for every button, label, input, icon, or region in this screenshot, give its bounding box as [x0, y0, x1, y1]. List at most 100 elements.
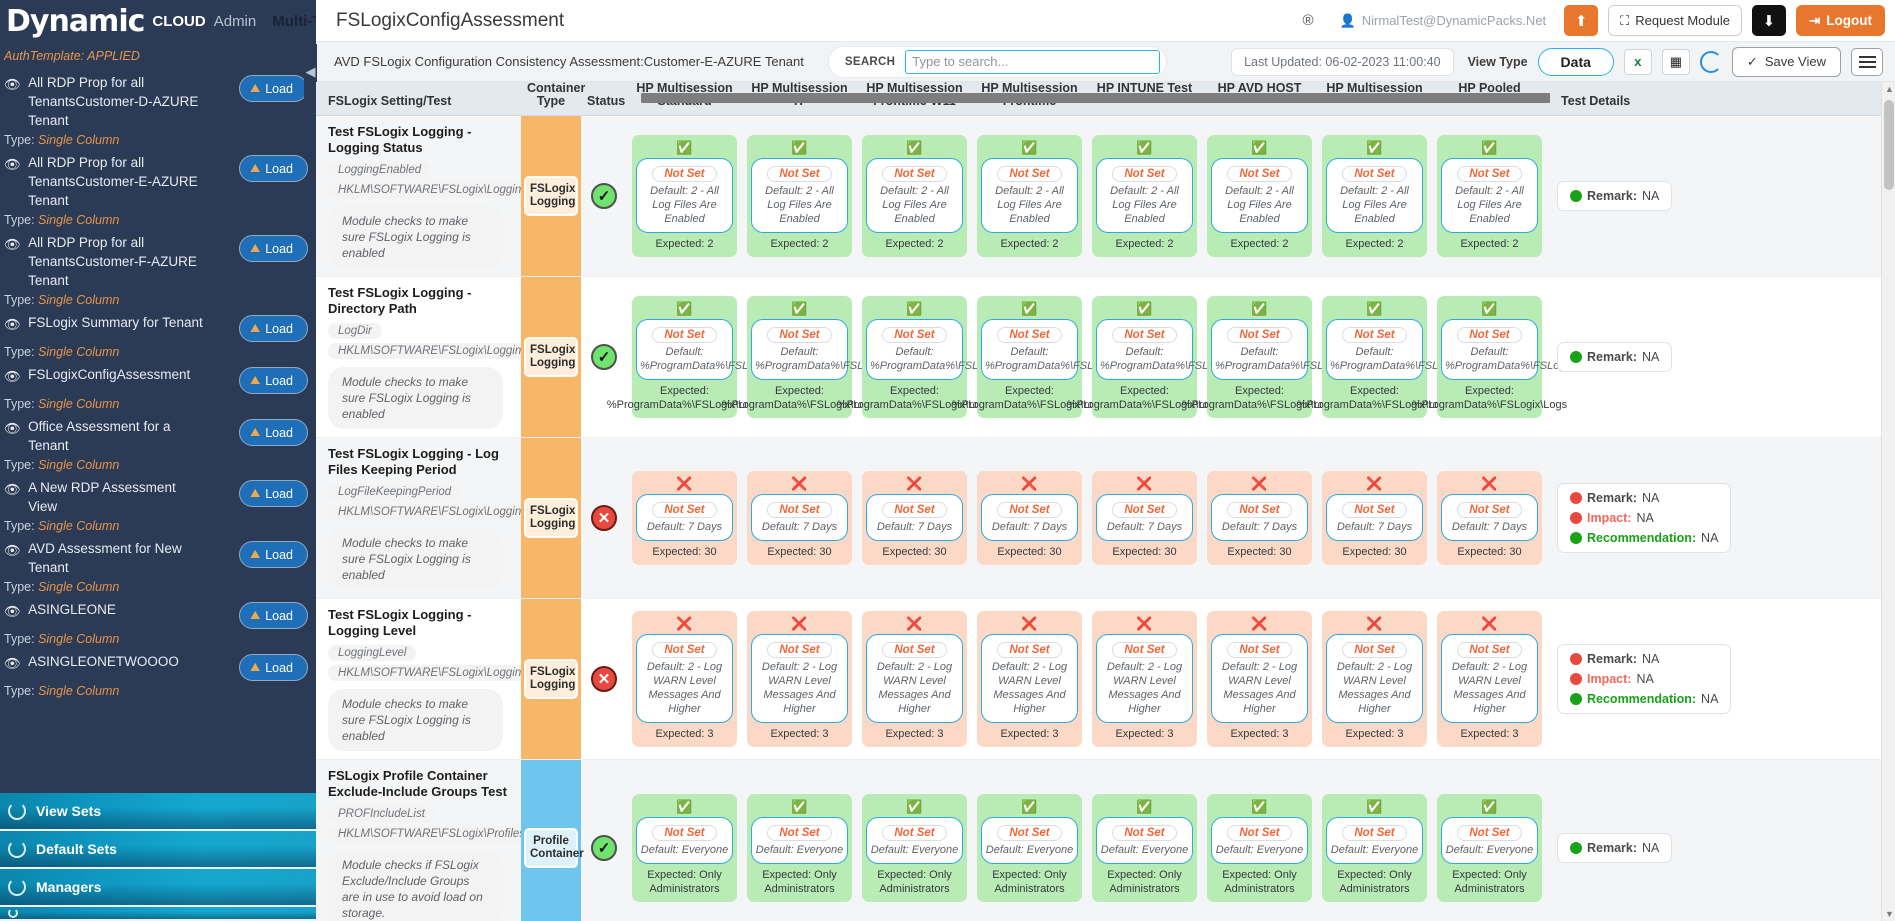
- sidebar-view-item[interactable]: 👁 FSLogix Summary for Tenant ⛰ Load Type: Si…: [0, 309, 316, 361]
- assessment-cell[interactable]: ❌ Not Set Default: 7 Days Expected: 30: [1432, 438, 1547, 598]
- assessment-cell[interactable]: ✅ Not Set Default: %ProgramData%\FSLogix\L…: [1067, 277, 1255, 437]
- table-row[interactable]: Test FSLogix Logging - Directory Path Log…: [316, 277, 1895, 438]
- sidebar-panel-view-sets[interactable]: View Sets: [0, 793, 316, 831]
- table-row[interactable]: FSLogix Profile Container Exclude-Includ…: [316, 760, 1895, 921]
- assessment-cell[interactable]: ✅ Not Set Default: 2 - All Log Files Are E…: [1432, 116, 1547, 276]
- view-name[interactable]: 👁 AVD Assessment for New Tenant: [4, 539, 204, 577]
- assessment-cell[interactable]: ✅ Not Set Default: Everyone Expected: Only …: [1087, 760, 1202, 921]
- vertical-scrollbar[interactable]: ▲ ▼: [1881, 82, 1895, 921]
- assessment-cell[interactable]: ✅ Not Set Default: %ProgramData%\FSLogix\L…: [837, 277, 1025, 437]
- table-row[interactable]: Test FSLogix Logging - Log Files Keeping…: [316, 438, 1895, 599]
- menu-button[interactable]: [1851, 47, 1883, 76]
- sidebar-view-item[interactable]: 👁 ASINGLEONETWOOOO ⛰ Load Type: Single Colum…: [0, 648, 316, 700]
- table-row[interactable]: Test FSLogix Logging - Logging Level Logg…: [316, 599, 1895, 760]
- assessment-cell[interactable]: ✅ Not Set Default: %ProgramData%\FSLogix\L…: [1182, 277, 1370, 437]
- load-button[interactable]: ⛰ Load: [239, 602, 308, 629]
- load-button[interactable]: ⛰ Load: [239, 75, 308, 102]
- sidebar-view-item[interactable]: 👁 Office Assessment for a Tenant ⛰ Load Type…: [0, 413, 316, 474]
- view-name[interactable]: 👁 ASINGLEONETWOOOO: [4, 652, 179, 673]
- assessment-cell[interactable]: ✅ Not Set Default: %ProgramData%\FSLogix\L…: [952, 277, 1140, 437]
- assessment-cell[interactable]: ❌ Not Set Default: 2 - Log WARN Level Mess…: [742, 599, 857, 759]
- grid-view-button[interactable]: ▦: [1661, 48, 1690, 75]
- col-header-setting[interactable]: FSLogix Setting/Test: [316, 95, 521, 115]
- load-button[interactable]: ⛰ Load: [239, 367, 308, 394]
- sidebar-panel-managers[interactable]: Managers: [0, 869, 316, 907]
- sidebar-view-item[interactable]: 👁 AVD Assessment for New Tenant ⛰ Load Type:…: [0, 535, 316, 596]
- assessment-cell[interactable]: ❌ Not Set Default: 7 Days Expected: 30: [857, 438, 972, 598]
- col-header-status[interactable]: Status: [581, 95, 627, 115]
- horizontal-scrollbar[interactable]: [641, 93, 1550, 103]
- load-button[interactable]: ⛰ Load: [239, 235, 308, 262]
- assessment-cell[interactable]: ✅ Not Set Default: %ProgramData%\FSLogix\L…: [1412, 277, 1600, 437]
- assessment-cell[interactable]: ✅ Not Set Default: %ProgramData%\FSLogix\L…: [722, 277, 910, 437]
- assessment-cell[interactable]: ❌ Not Set Default: 2 - Log WARN Level Mess…: [627, 599, 742, 759]
- scroll-up-arrow[interactable]: ▲: [1885, 84, 1894, 94]
- view-name[interactable]: 👁 Office Assessment for a Tenant: [4, 417, 204, 455]
- view-name[interactable]: 👁 A New RDP Assessment View: [4, 478, 204, 516]
- view-name[interactable]: 👁 ASINGLEONE: [4, 600, 116, 621]
- assessment-cell[interactable]: ✅ Not Set Default: Everyone Expected: Only …: [972, 760, 1087, 921]
- assessment-cell[interactable]: ✅ Not Set Default: Everyone Expected: Only …: [1432, 760, 1547, 921]
- search-input[interactable]: [905, 49, 1161, 74]
- col-header-container-type[interactable]: Container Type: [521, 82, 585, 115]
- view-name[interactable]: 👁 FSLogixConfigAssessment: [4, 365, 190, 386]
- view-name[interactable]: 👁 All RDP Prop for all TenantsCustomer-F-…: [4, 233, 204, 290]
- sidebar-panel-resources[interactable]: [0, 907, 316, 921]
- assessment-cell[interactable]: ✅ Not Set Default: 2 - All Log Files Are E…: [627, 116, 742, 276]
- load-button[interactable]: ⛰ Load: [239, 315, 308, 342]
- load-button[interactable]: ⛰ Load: [239, 419, 308, 446]
- assessment-cell[interactable]: ✅ Not Set Default: 2 - All Log Files Are E…: [1202, 116, 1317, 276]
- table-body[interactable]: Test FSLogix Logging - Logging Status Log…: [316, 116, 1895, 921]
- assessment-cell[interactable]: ✅ Not Set Default: Everyone Expected: Only …: [1317, 760, 1432, 921]
- table-row[interactable]: Test FSLogix Logging - Logging Status Log…: [316, 116, 1895, 277]
- view-type-data-button[interactable]: Data: [1537, 47, 1614, 76]
- sidebar-view-item[interactable]: 👁 All RDP Prop for all TenantsCustomer-D-…: [0, 69, 316, 149]
- load-button[interactable]: ⛰ Load: [239, 155, 308, 182]
- sidebar-view-item[interactable]: 👁 ASINGLEONE ⛰ Load Type: Single Column: [0, 596, 316, 648]
- assessment-cell[interactable]: ✅ Not Set Default: Everyone Expected: Only …: [857, 760, 972, 921]
- assessment-cell[interactable]: ✅ Not Set Default: 2 - All Log Files Are E…: [1317, 116, 1432, 276]
- view-name[interactable]: 👁 FSLogix Summary for Tenant: [4, 313, 203, 334]
- save-view-button[interactable]: ✓ Save View: [1731, 46, 1841, 77]
- assessment-cell[interactable]: ✅ Not Set Default: 2 - All Log Files Are E…: [857, 116, 972, 276]
- view-name[interactable]: 👁 All RDP Prop for all TenantsCustomer-D-…: [4, 73, 204, 130]
- sidebar-view-item[interactable]: 👁 FSLogixConfigAssessment ⛰ Load Type: Singl…: [0, 361, 316, 413]
- refresh-button[interactable]: [1699, 50, 1722, 73]
- sidebar-panel-default-sets[interactable]: Default Sets: [0, 831, 316, 869]
- sidebar-view-item[interactable]: 👁 A New RDP Assessment View ⛰ Load Type: Sin…: [0, 474, 316, 535]
- download-button[interactable]: ⬇: [1751, 5, 1786, 36]
- load-button[interactable]: ⛰ Load: [239, 541, 308, 568]
- logout-button[interactable]: ⇥ Logout: [1795, 5, 1885, 36]
- assessment-cell[interactable]: ❌ Not Set Default: 7 Days Expected: 30: [1087, 438, 1202, 598]
- assessment-cell[interactable]: ❌ Not Set Default: 2 - Log WARN Level Mess…: [857, 599, 972, 759]
- assessment-cell[interactable]: ❌ Not Set Default: 7 Days Expected: 30: [972, 438, 1087, 598]
- assessment-cell[interactable]: ✅ Not Set Default: Everyone Expected: Only …: [742, 760, 857, 921]
- sidebar-view-item[interactable]: 👁 All RDP Prop for all TenantsCustomer-E-…: [0, 149, 316, 229]
- scroll-down-arrow[interactable]: ▼: [1885, 909, 1894, 919]
- sidebar-view-item[interactable]: 👁 All RDP Prop for all TenantsCustomer-F-…: [0, 229, 316, 309]
- assessment-cell[interactable]: ✅ Not Set Default: Everyone Expected: Only …: [627, 760, 742, 921]
- request-module-button[interactable]: ⛶ Request Module: [1608, 5, 1742, 36]
- assessment-cell[interactable]: ❌ Not Set Default: 2 - Log WARN Level Mess…: [1202, 599, 1317, 759]
- assessment-cell[interactable]: ❌ Not Set Default: 2 - Log WARN Level Mess…: [1087, 599, 1202, 759]
- assessment-cell[interactable]: ✅ Not Set Default: 2 - All Log Files Are E…: [1087, 116, 1202, 276]
- excel-export-button[interactable]: x: [1623, 48, 1652, 75]
- assessment-cell[interactable]: ✅ Not Set Default: Everyone Expected: Only …: [1202, 760, 1317, 921]
- sidebar-views-list[interactable]: AuthTemplate: APPLIED 👁 All RDP Prop for …: [0, 42, 316, 921]
- assessment-cell[interactable]: ✅ Not Set Default: %ProgramData%\FSLogix\L…: [1297, 277, 1485, 437]
- assessment-cell[interactable]: ❌ Not Set Default: 7 Days Expected: 30: [1317, 438, 1432, 598]
- assessment-cell[interactable]: ❌ Not Set Default: 7 Days Expected: 30: [742, 438, 857, 598]
- vertical-scrollbar-thumb[interactable]: [1884, 100, 1894, 190]
- assessment-cell[interactable]: ❌ Not Set Default: 7 Days Expected: 30: [1202, 438, 1317, 598]
- col-header-test-details[interactable]: Test Details: [1547, 95, 1827, 115]
- load-button[interactable]: ⛰ Load: [239, 654, 308, 681]
- assessment-cell[interactable]: ❌ Not Set Default: 2 - Log WARN Level Mess…: [972, 599, 1087, 759]
- assessment-cell[interactable]: ✅ Not Set Default: 2 - All Log Files Are E…: [742, 116, 857, 276]
- view-name[interactable]: 👁 All RDP Prop for all TenantsCustomer-E-…: [4, 153, 204, 210]
- assessment-cell[interactable]: ❌ Not Set Default: 2 - Log WARN Level Mess…: [1432, 599, 1547, 759]
- load-button[interactable]: ⛰ Load: [239, 480, 308, 507]
- upload-button[interactable]: ⬆: [1564, 5, 1599, 36]
- assessment-cell[interactable]: ✅ Not Set Default: %ProgramData%\FSLogix\L…: [607, 277, 795, 437]
- assessment-cell[interactable]: ✅ Not Set Default: 2 - All Log Files Are E…: [972, 116, 1087, 276]
- assessment-cell[interactable]: ❌ Not Set Default: 2 - Log WARN Level Mess…: [1317, 599, 1432, 759]
